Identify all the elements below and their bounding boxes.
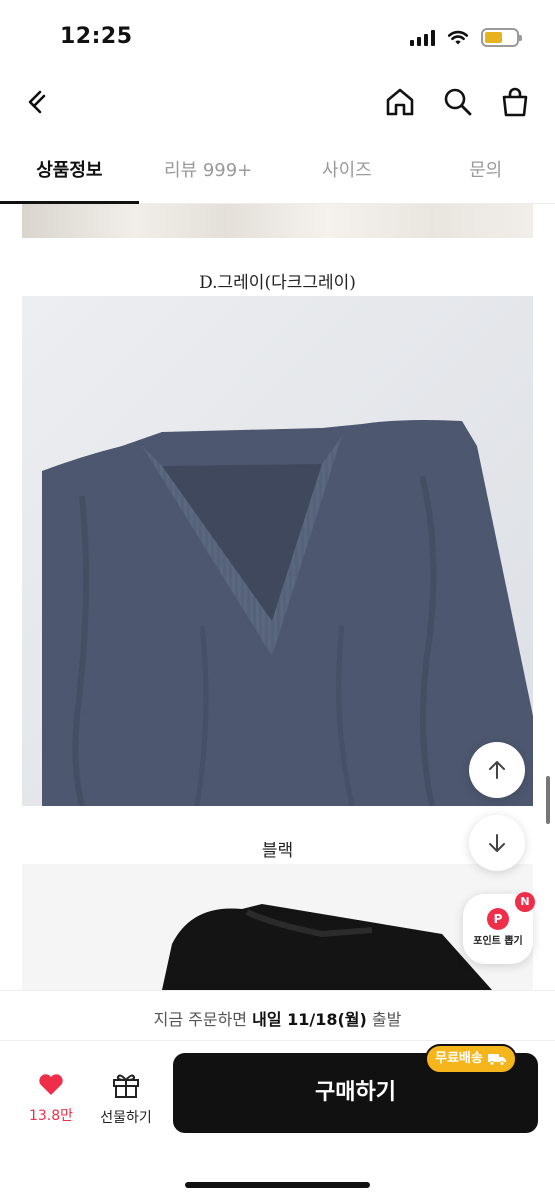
shipping-date: 내일 11/18(월) (252, 1010, 367, 1029)
product-photo-previous (22, 204, 533, 238)
arrow-up-icon (489, 761, 505, 779)
gift-label: 선물하기 (100, 1110, 152, 1126)
product-tabs: 상품정보 리뷰 999+ 사이즈 문의 (0, 146, 555, 204)
home-indicator (185, 1182, 370, 1188)
home-button[interactable] (382, 84, 418, 120)
free-shipping-label: 무료배송 (435, 1051, 483, 1066)
search-icon (444, 88, 472, 116)
point-draw-button[interactable]: P 포인트 뽑기 N (463, 892, 535, 964)
scroll-bottom-button[interactable] (469, 815, 525, 871)
shipping-prefix: 지금 주문하면 (153, 1010, 253, 1029)
wifi-icon (447, 30, 469, 45)
color-caption-gray: D.그레이(다크그레이) (199, 273, 356, 293)
tab-reviews[interactable]: 리뷰 999+ (139, 146, 278, 203)
scrollbar[interactable] (546, 776, 550, 824)
status-icons (410, 28, 522, 47)
free-shipping-badge: 무료배송 (425, 1044, 517, 1074)
point-icon: P (487, 908, 509, 930)
tab-product-info[interactable]: 상품정보 (0, 146, 139, 204)
tab-inquiry[interactable]: 문의 (416, 146, 555, 203)
product-detail-content: D.그레이(다크그레이) 블랙 (0, 204, 555, 990)
arrow-down-icon (489, 834, 505, 852)
shipping-message: 지금 주문하면 내일 11/18(월) 출발 (0, 991, 555, 1041)
search-button[interactable] (440, 84, 476, 120)
product-photo-gray-vest (22, 296, 533, 806)
shopping-bag-icon (502, 87, 528, 117)
status-bar: 12:25 (0, 0, 555, 70)
cart-button[interactable] (497, 84, 533, 120)
purchase-bar: 지금 주문하면 내일 11/18(월) 출발 13.8만 선물하기 구매하기 무… (0, 990, 555, 1200)
like-button[interactable]: 13.8만 (20, 1071, 82, 1125)
close-back-icon (28, 90, 46, 114)
back-button[interactable] (18, 84, 54, 120)
home-icon (386, 88, 414, 116)
product-photo-black-vest (22, 864, 533, 990)
scroll-top-button[interactable] (469, 742, 525, 798)
battery-icon (481, 28, 522, 47)
top-nav (0, 70, 555, 136)
shipping-suffix: 출발 (366, 1010, 402, 1029)
gift-button[interactable]: 선물하기 (92, 1071, 160, 1127)
heart-icon (39, 1074, 63, 1095)
tab-size[interactable]: 사이즈 (278, 146, 417, 203)
gift-icon (113, 1074, 139, 1098)
status-time: 12:25 (60, 24, 133, 49)
like-count: 13.8만 (28, 1108, 74, 1124)
point-draw-label: 포인트 뽑기 (473, 936, 523, 947)
truck-icon (487, 1054, 506, 1066)
new-badge: N (515, 892, 535, 912)
cellular-signal-icon (410, 29, 435, 46)
